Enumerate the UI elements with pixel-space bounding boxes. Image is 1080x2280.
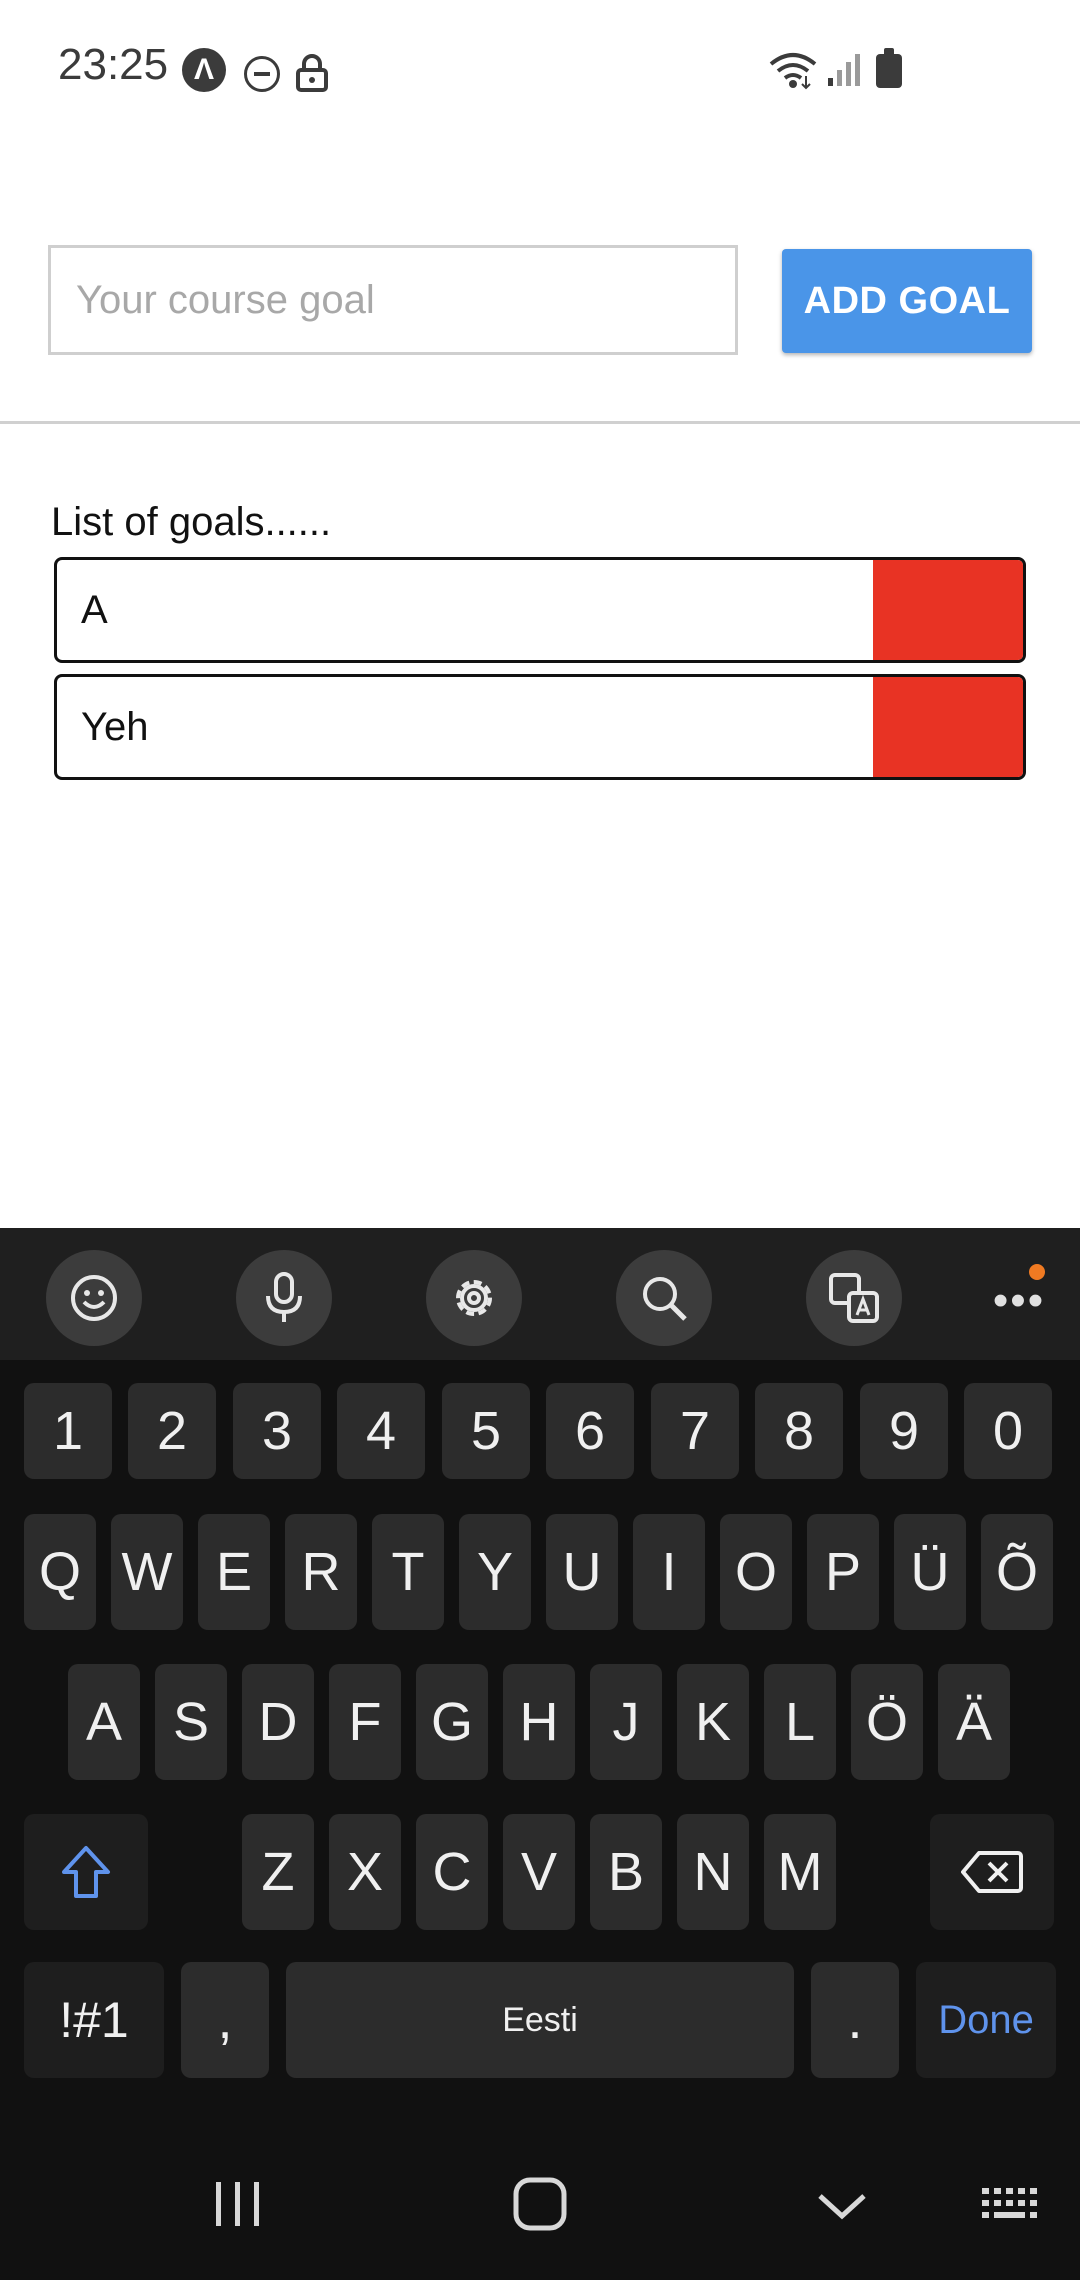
keyboard-toolbar: ••• — [0, 1228, 1080, 1360]
home-icon[interactable] — [512, 2176, 568, 2237]
goal-text: A — [81, 588, 108, 632]
key-e[interactable]: E — [198, 1514, 270, 1630]
key-5[interactable]: 5 — [442, 1383, 530, 1479]
key-8[interactable]: 8 — [755, 1383, 843, 1479]
key-s[interactable]: S — [155, 1664, 227, 1780]
delete-goal-button[interactable] — [873, 560, 1023, 660]
key-4[interactable]: 4 — [337, 1383, 425, 1479]
key-p[interactable]: P — [807, 1514, 879, 1630]
search-icon[interactable] — [616, 1250, 712, 1346]
translate-icon[interactable] — [806, 1250, 902, 1346]
settings-icon[interactable] — [426, 1250, 522, 1346]
key-o-tilde[interactable]: Õ — [981, 1514, 1053, 1630]
key-r[interactable]: R — [285, 1514, 357, 1630]
key-q[interactable]: Q — [24, 1514, 96, 1630]
done-key[interactable]: Done — [916, 1962, 1056, 2078]
space-key[interactable]: Eesti — [286, 1962, 794, 2078]
goals-list-title: List of goals...... — [51, 500, 332, 544]
key-3[interactable]: 3 — [233, 1383, 321, 1479]
key-c[interactable]: C — [416, 1814, 488, 1930]
divider — [0, 421, 1080, 424]
key-w[interactable]: W — [111, 1514, 183, 1630]
key-9[interactable]: 9 — [860, 1383, 948, 1479]
key-o[interactable]: O — [720, 1514, 792, 1630]
key-b[interactable]: B — [590, 1814, 662, 1930]
backspace-icon — [961, 1851, 1023, 1893]
key-1[interactable]: 1 — [24, 1383, 112, 1479]
symbols-key[interactable]: !#1 — [24, 1962, 164, 2078]
key-6[interactable]: 6 — [546, 1383, 634, 1479]
key-o-umlaut[interactable]: Ö — [851, 1664, 923, 1780]
goal-list-item[interactable]: Yeh — [54, 674, 1026, 780]
key-h[interactable]: H — [503, 1664, 575, 1780]
key-t[interactable]: T — [372, 1514, 444, 1630]
key-a[interactable]: A — [68, 1664, 140, 1780]
goal-list-item[interactable]: A — [54, 557, 1026, 663]
key-f[interactable]: F — [329, 1664, 401, 1780]
signal-icon — [826, 52, 862, 93]
backspace-key[interactable] — [930, 1814, 1054, 1930]
delete-goal-button[interactable] — [873, 677, 1023, 777]
key-y[interactable]: Y — [459, 1514, 531, 1630]
key-g[interactable]: G — [416, 1664, 488, 1780]
key-v[interactable]: V — [503, 1814, 575, 1930]
key-7[interactable]: 7 — [651, 1383, 739, 1479]
app-notification-icon: Λ — [182, 48, 226, 92]
key-n[interactable]: N — [677, 1814, 749, 1930]
period-key[interactable]: . — [811, 1962, 899, 2078]
course-goal-input[interactable] — [48, 245, 738, 355]
navigation-bar — [0, 2140, 1080, 2280]
recent-apps-icon[interactable] — [212, 2178, 264, 2235]
emoji-icon[interactable] — [46, 1250, 142, 1346]
microphone-icon[interactable] — [236, 1250, 332, 1346]
comma-key[interactable]: , — [181, 1962, 269, 2078]
key-m[interactable]: M — [764, 1814, 836, 1930]
notification-dot — [1029, 1264, 1045, 1280]
status-bar: 23:25 Λ — [0, 0, 1080, 140]
goal-text: Yeh — [81, 705, 149, 749]
do-not-disturb-icon — [244, 56, 280, 92]
key-i[interactable]: I — [633, 1514, 705, 1630]
key-l[interactable]: L — [764, 1664, 836, 1780]
key-k[interactable]: K — [677, 1664, 749, 1780]
key-d[interactable]: D — [242, 1664, 314, 1780]
keyboard-switch-icon[interactable] — [980, 2186, 1042, 2231]
shift-key[interactable] — [24, 1814, 148, 1930]
key-x[interactable]: X — [329, 1814, 401, 1930]
key-j[interactable]: J — [590, 1664, 662, 1780]
lock-icon — [296, 54, 328, 97]
key-2[interactable]: 2 — [128, 1383, 216, 1479]
battery-icon — [876, 48, 902, 88]
add-goal-button[interactable]: ADD GOAL — [782, 249, 1032, 353]
status-time: 23:25 — [58, 40, 169, 89]
key-u-umlaut[interactable]: Ü — [894, 1514, 966, 1630]
key-0[interactable]: 0 — [964, 1383, 1052, 1479]
wifi-icon — [768, 50, 818, 95]
shift-icon — [62, 1846, 110, 1898]
key-u[interactable]: U — [546, 1514, 618, 1630]
key-a-umlaut[interactable]: Ä — [938, 1664, 1010, 1780]
hide-keyboard-icon[interactable] — [816, 2190, 868, 2227]
soft-keyboard: ••• 1 2 3 4 5 6 7 8 9 0 Q W E R T Y U I … — [0, 1228, 1080, 2280]
key-z[interactable]: Z — [242, 1814, 314, 1930]
